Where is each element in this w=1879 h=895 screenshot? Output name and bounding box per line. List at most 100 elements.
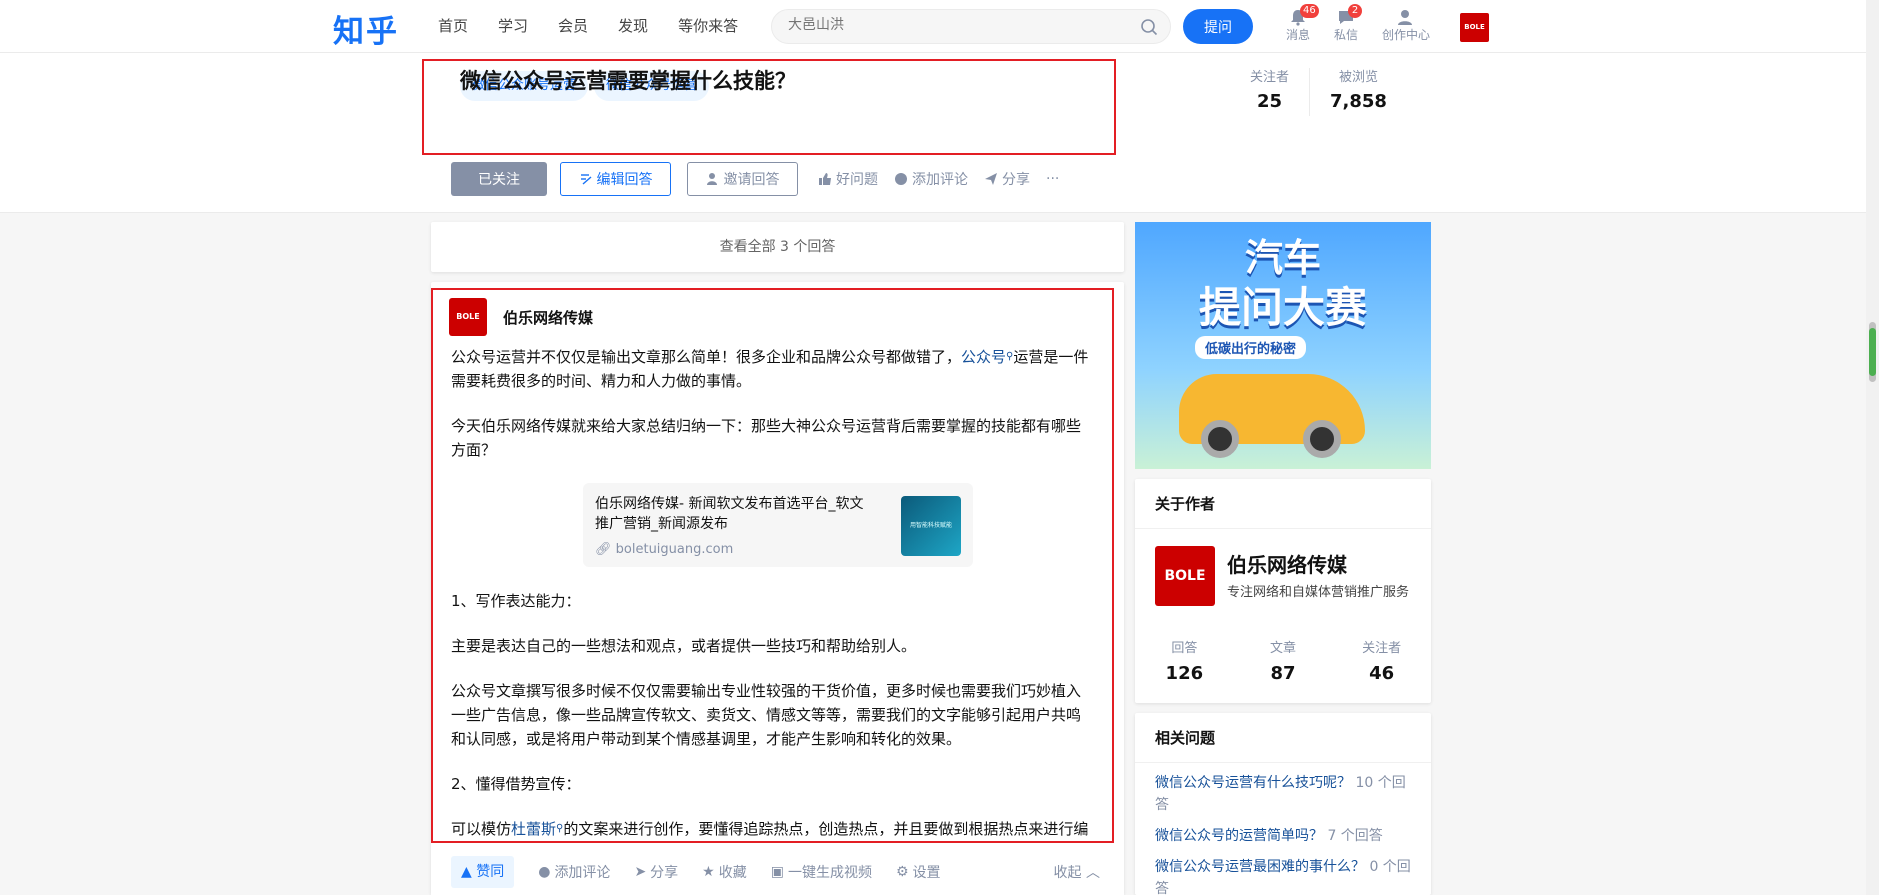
top-navbar: 知乎 首页 学习 会员 发现 等你来答 提问 46 消息 2 私信 创作中心 B… xyxy=(0,0,1866,53)
invite-user-icon xyxy=(706,173,717,185)
stat-label: 回答 xyxy=(1171,641,1198,656)
video-label: 一键生成视频 xyxy=(787,864,872,881)
add-comment-label: 添加评论 xyxy=(912,172,968,188)
wheel-illustration xyxy=(1303,420,1341,458)
stat-value: 126 xyxy=(1165,663,1204,684)
share-button[interactable]: ➤ 分享 xyxy=(634,862,678,882)
creator-icon xyxy=(1396,8,1416,26)
stat-value: 87 xyxy=(1270,663,1296,684)
nav-link-discover[interactable]: 发现 xyxy=(618,15,648,37)
nav-link-home[interactable]: 首页 xyxy=(438,15,468,37)
creator-label: 创作中心 xyxy=(1382,28,1431,42)
nav-messages[interactable]: 46 消息 xyxy=(1286,4,1319,43)
settings-label: 设置 xyxy=(912,864,941,881)
share-button[interactable]: 分享 xyxy=(984,169,1030,189)
stat-followers: 关注者 25 xyxy=(1230,68,1309,116)
more-icon[interactable]: ··· xyxy=(1046,171,1059,187)
about-author-bio: 专注网络和自媒体营销推广服务 xyxy=(1227,585,1410,600)
search-icon[interactable] xyxy=(1140,18,1158,36)
promo-banner[interactable]: 汽车 提问大赛 低碳出行的秘密 xyxy=(1135,222,1431,469)
upvote-button[interactable]: ▲ 赞同 xyxy=(451,855,515,888)
page-scrollbar[interactable] xyxy=(1866,0,1879,895)
private-badge: 2 xyxy=(1348,4,1362,18)
share-icon: ➤ xyxy=(634,863,647,880)
zhihu-logo[interactable]: 知乎 xyxy=(333,6,399,51)
about-author-avatar[interactable]: BOLE xyxy=(1155,546,1215,606)
share-icon xyxy=(985,173,997,185)
messages-label: 消息 xyxy=(1286,28,1311,42)
gear-icon: ⚙ xyxy=(895,863,909,880)
good-question-label: 好问题 xyxy=(836,172,878,188)
nav-link-member[interactable]: 会员 xyxy=(558,15,588,37)
stat-articles[interactable]: 文章 87 xyxy=(1234,639,1333,689)
collect-button[interactable]: ★ 收藏 xyxy=(702,862,747,882)
star-icon: ★ xyxy=(702,863,715,880)
share-label: 分享 xyxy=(1002,172,1030,188)
share-label: 分享 xyxy=(650,864,679,881)
search-box xyxy=(771,9,1171,44)
wheel-illustration xyxy=(1201,420,1239,458)
comment-icon xyxy=(895,173,907,185)
follow-button[interactable]: 已关注 xyxy=(451,162,547,196)
chat-icon: 2 xyxy=(1336,4,1362,26)
collect-label: 收藏 xyxy=(718,864,747,881)
thumbs-up-icon xyxy=(819,173,831,185)
edit-answer-label: 编辑回答 xyxy=(596,172,653,188)
about-author-card: 关于作者 BOLE 伯乐网络传媒 专注网络和自媒体营销推广服务 回答 126 文… xyxy=(1135,479,1431,703)
question-title: 微信公众号运营需要掌握什么技能？ xyxy=(460,69,796,93)
ask-question-button[interactable]: 提问 xyxy=(1183,9,1253,44)
comment-icon: ● xyxy=(538,863,551,880)
messages-badge: 46 xyxy=(1300,4,1319,18)
stat-label: 被浏览 xyxy=(1338,70,1378,85)
video-icon: ▣ xyxy=(770,863,784,880)
stat-label: 关注者 xyxy=(1362,641,1402,656)
good-question-button[interactable]: 好问题 xyxy=(818,169,878,189)
scrollbar-thumb-indicator[interactable] xyxy=(1869,328,1876,376)
collapse-button[interactable]: 收起 ︿ xyxy=(1054,862,1100,882)
about-author-stats: 回答 126 文章 87 关注者 46 xyxy=(1135,639,1431,689)
generate-video-button[interactable]: ▣ 一键生成视频 xyxy=(771,862,872,882)
highlight-box-answer xyxy=(431,288,1114,843)
related-question-item[interactable]: 微信公众号的运营简单吗？ 7 个回答 xyxy=(1135,825,1431,847)
user-avatar[interactable]: BOLE xyxy=(1460,13,1489,42)
about-author-title: 关于作者 xyxy=(1135,479,1431,529)
banner-subtitle: 低碳出行的秘密 xyxy=(1195,336,1307,359)
edit-answer-button[interactable]: 编辑回答 xyxy=(560,162,671,196)
related-question-text: 微信公众号的运营简单吗？ xyxy=(1155,828,1323,844)
add-comment-button[interactable]: 添加评论 xyxy=(894,169,968,189)
view-all-answers-link[interactable]: 查看全部 3 个回答 xyxy=(431,222,1124,272)
nav-link-learn[interactable]: 学习 xyxy=(498,15,528,37)
nav-private-messages[interactable]: 2 私信 xyxy=(1334,4,1362,43)
related-questions-card: 相关问题 微信公众号运营有什么技巧呢？ 10 个回答 微信公众号的运营简单吗？ … xyxy=(1135,713,1431,895)
private-label: 私信 xyxy=(1334,28,1359,42)
stat-followers[interactable]: 关注者 46 xyxy=(1332,639,1431,689)
stat-label: 关注者 xyxy=(1250,70,1290,85)
nav-link-waiting[interactable]: 等你来答 xyxy=(678,15,738,37)
answer-action-bar: ▲ 赞同 ● 添加评论 ➤ 分享 ★ 收藏 ▣ 一键生成视频 ⚙ 设置 收起 ︿ xyxy=(431,848,1124,895)
invite-answer-label: 邀请回答 xyxy=(723,172,780,188)
add-comment-button[interactable]: ● 添加评论 xyxy=(538,862,610,882)
stat-label: 文章 xyxy=(1270,641,1297,656)
banner-title-2: 提问大赛 xyxy=(1198,283,1367,332)
settings-button[interactable]: ⚙ 设置 xyxy=(896,862,941,882)
search-input[interactable] xyxy=(788,17,1118,33)
stat-value: 7,858 xyxy=(1330,91,1387,112)
stat-views: 被浏览 7,858 xyxy=(1309,68,1407,116)
related-question-item[interactable]: 微信公众号运营有什么技巧呢？ 10 个回答 xyxy=(1135,772,1431,816)
question-stats: 关注者 25 被浏览 7,858 xyxy=(1230,68,1407,116)
invite-answer-button[interactable]: 邀请回答 xyxy=(687,162,798,196)
nav-creator-center[interactable]: 创作中心 xyxy=(1382,8,1430,43)
stat-value: 46 xyxy=(1369,663,1395,684)
about-author-name[interactable]: 伯乐网络传媒 xyxy=(1227,549,1347,578)
related-questions-title: 相关问题 xyxy=(1135,713,1431,763)
related-question-item[interactable]: 微信公众号运营最困难的事什么？ 0 个回答 xyxy=(1135,856,1431,895)
stat-value: 25 xyxy=(1256,91,1283,112)
comment-label: 添加评论 xyxy=(554,864,611,881)
banner-title-1: 汽车 xyxy=(1244,236,1321,280)
related-question-text: 微信公众号运营有什么技巧呢？ xyxy=(1155,775,1351,791)
related-question-text: 微信公众号运营最困难的事什么？ xyxy=(1155,859,1365,875)
stat-answers[interactable]: 回答 126 xyxy=(1135,639,1234,689)
bell-icon: 46 xyxy=(1288,4,1319,26)
nav-links: 首页 学习 会员 发现 等你来答 xyxy=(438,15,768,37)
edit-icon xyxy=(580,174,591,185)
